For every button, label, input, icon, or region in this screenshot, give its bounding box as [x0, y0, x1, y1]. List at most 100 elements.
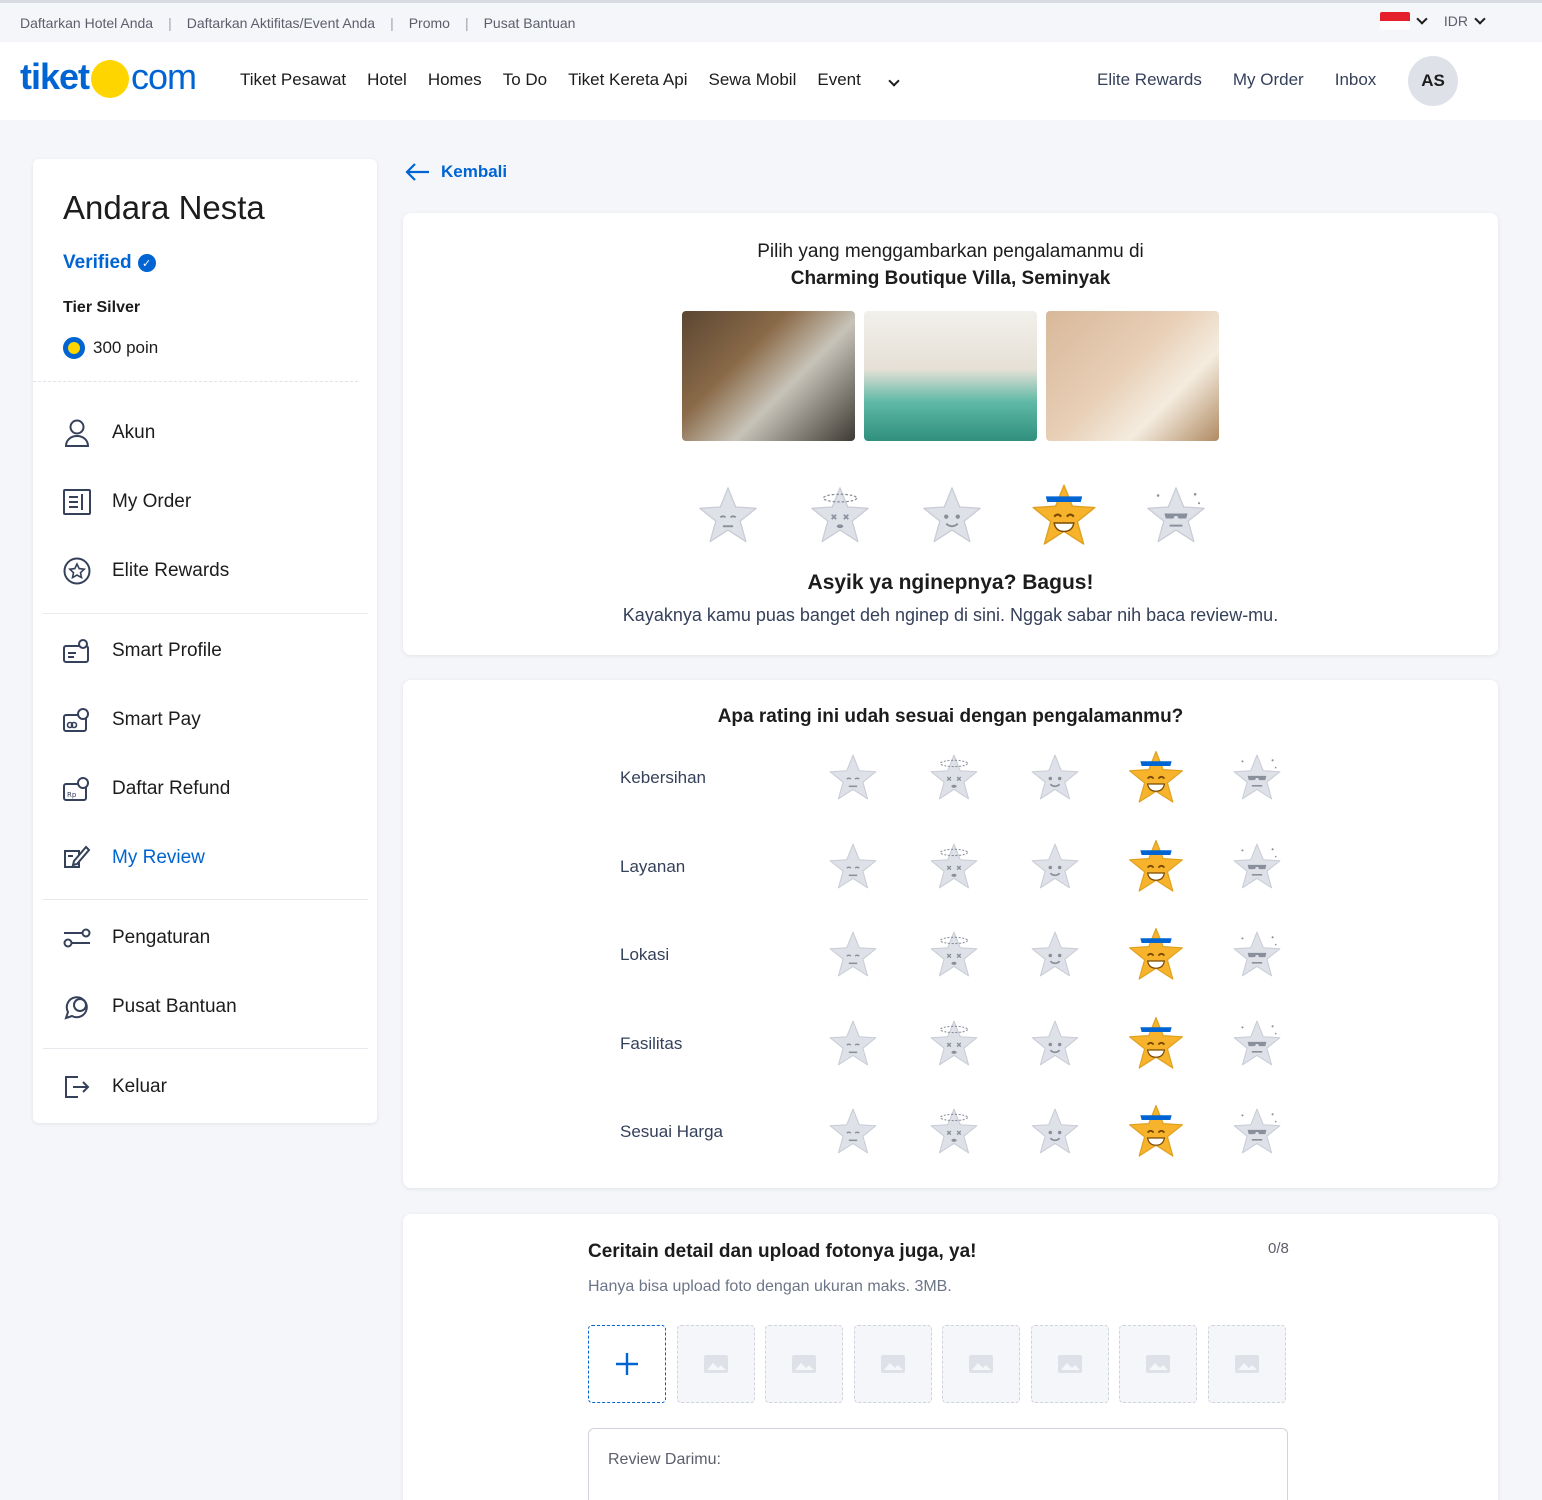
rating-stars: [823, 837, 1328, 897]
coin-icon: [63, 337, 85, 359]
dizzy-star-icon[interactable]: [924, 1014, 984, 1074]
smile-star-icon[interactable]: [1025, 837, 1085, 897]
grin-star-icon[interactable]: [1126, 1014, 1186, 1074]
nav-inbox[interactable]: Inbox: [1335, 70, 1377, 90]
photo-slot: [1207, 1325, 1286, 1403]
link-register-hotel[interactable]: Daftarkan Hotel Anda: [20, 15, 153, 31]
nav-event[interactable]: Event: [817, 70, 918, 90]
review-textarea[interactable]: Review Darimu:: [588, 1428, 1288, 1500]
experience-prompt: Pilih yang menggambarkan pengalamanmu di: [757, 241, 1144, 262]
smile-star-icon[interactable]: [1025, 1102, 1085, 1162]
rating-category-label: Sesuai Harga: [620, 1122, 724, 1141]
property-photos: [682, 311, 1219, 441]
link-help-center[interactable]: Pusat Bantuan: [484, 15, 576, 31]
user-name: Andara Nesta: [63, 189, 265, 226]
nav-todo[interactable]: To Do: [503, 70, 547, 90]
nav-car-rental[interactable]: Sewa Mobil: [708, 70, 796, 90]
plus-icon: [616, 1353, 638, 1375]
chevron-down-icon[interactable]: [1416, 13, 1428, 25]
tier-label: Tier Silver: [63, 299, 141, 316]
nav-elite-rewards[interactable]: Elite Rewards: [1097, 70, 1202, 90]
star-badge-icon: [61, 555, 93, 587]
sliders-icon: [61, 922, 93, 954]
property-photo-bathroom: [1046, 311, 1219, 441]
smile-star-icon[interactable]: [917, 481, 987, 551]
grin-star-icon[interactable]: [1029, 481, 1099, 551]
sidebar-item-smart-profile[interactable]: Smart Profile: [61, 635, 222, 667]
profile-card-icon: [61, 635, 93, 667]
dizzy-star-icon[interactable]: [924, 748, 984, 808]
points-display[interactable]: 300 poin: [63, 337, 158, 359]
dizzy-star-icon[interactable]: [924, 1102, 984, 1162]
chevron-down-icon: [888, 75, 900, 87]
logout-icon: [61, 1071, 93, 1103]
nav-my-order[interactable]: My Order: [1233, 70, 1304, 90]
sidebar-item-help-center[interactable]: Pusat Bantuan: [61, 991, 237, 1023]
nav-flights[interactable]: Tiket Pesawat: [240, 70, 346, 90]
chevron-down-icon[interactable]: [1474, 13, 1486, 25]
sidebar-item-akun[interactable]: Akun: [61, 417, 155, 449]
image-placeholder-icon: [1146, 1355, 1170, 1373]
cool-star-icon[interactable]: [1141, 481, 1211, 551]
property-photo-kitchen: [682, 311, 855, 441]
smile-star-icon[interactable]: [1025, 748, 1085, 808]
indonesia-flag-icon[interactable]: [1379, 12, 1410, 30]
image-placeholder-icon: [1057, 1355, 1082, 1373]
sad-star-icon[interactable]: [823, 1102, 883, 1162]
sidebar-item-elite-rewards[interactable]: Elite Rewards: [61, 555, 229, 587]
sidebar-item-logout[interactable]: Keluar: [61, 1071, 167, 1103]
sidebar-item-smart-pay[interactable]: Smart Pay: [61, 704, 201, 736]
dizzy-star-icon[interactable]: [924, 925, 984, 985]
sad-star-icon[interactable]: [823, 925, 883, 985]
sad-star-icon[interactable]: [693, 481, 763, 551]
sad-star-icon[interactable]: [823, 748, 883, 808]
smile-star-icon[interactable]: [1025, 1014, 1085, 1074]
cool-star-icon[interactable]: [1227, 1014, 1287, 1074]
rating-row: Layanan: [620, 837, 1320, 897]
back-link[interactable]: Kembali: [403, 160, 507, 184]
currency-selector[interactable]: IDR: [1444, 13, 1468, 29]
account-sidebar: Andara Nesta Verified ✓ Tier Silver 300 …: [33, 159, 377, 1123]
image-placeholder-icon: [703, 1355, 728, 1373]
cool-star-icon[interactable]: [1227, 748, 1287, 808]
arrow-left-icon: [405, 163, 429, 181]
add-photo-button[interactable]: [588, 1325, 666, 1403]
sidebar-item-refund[interactable]: Rp Daftar Refund: [61, 773, 230, 805]
refund-icon: Rp: [61, 773, 93, 805]
cool-star-icon[interactable]: [1227, 837, 1287, 897]
link-promo[interactable]: Promo: [409, 15, 450, 31]
grin-star-icon[interactable]: [1126, 748, 1186, 808]
upload-note: Hanya bisa upload foto dengan ukuran mak…: [588, 1278, 952, 1295]
sidebar-item-my-order[interactable]: My Order: [61, 486, 191, 518]
grin-star-icon[interactable]: [1126, 837, 1186, 897]
verified-check-icon: ✓: [137, 254, 156, 272]
image-placeholder-icon: [880, 1355, 905, 1373]
link-register-event[interactable]: Daftarkan Aktifitas/Event Anda: [187, 15, 375, 31]
photo-count: 0/8: [1268, 1240, 1289, 1257]
tiket-logo[interactable]: tiket com: [20, 56, 197, 98]
grin-star-icon[interactable]: [1126, 925, 1186, 985]
nav-hotel[interactable]: Hotel: [367, 70, 407, 90]
sidebar-item-my-review[interactable]: My Review: [61, 842, 205, 874]
grin-star-icon[interactable]: [1126, 1102, 1186, 1162]
rating-feedback-description: Kayaknya kamu puas banget deh nginep di …: [622, 605, 1279, 625]
cool-star-icon[interactable]: [1227, 1102, 1287, 1162]
divider: [43, 1048, 368, 1049]
utility-links: Daftarkan Hotel Anda | Daftarkan Aktifit…: [20, 15, 576, 31]
cool-star-icon[interactable]: [1227, 925, 1287, 985]
divider: [43, 613, 368, 614]
smile-star-icon[interactable]: [1025, 925, 1085, 985]
category-ratings-card: Apa rating ini udah sesuai dengan pengal…: [403, 680, 1498, 1188]
rating-row: Fasilitas: [620, 1014, 1320, 1074]
dizzy-star-icon[interactable]: [924, 837, 984, 897]
card-globe-icon: [61, 704, 93, 736]
sidebar-item-settings[interactable]: Pengaturan: [61, 922, 210, 954]
nav-train[interactable]: Tiket Kereta Api: [568, 70, 687, 90]
sad-star-icon[interactable]: [823, 1014, 883, 1074]
rating-category-label: Lokasi: [620, 945, 670, 964]
dizzy-star-icon[interactable]: [805, 481, 875, 551]
person-icon: [61, 417, 93, 449]
avatar[interactable]: AS: [1408, 56, 1458, 106]
nav-homes[interactable]: Homes: [428, 70, 482, 90]
sad-star-icon[interactable]: [823, 837, 883, 897]
